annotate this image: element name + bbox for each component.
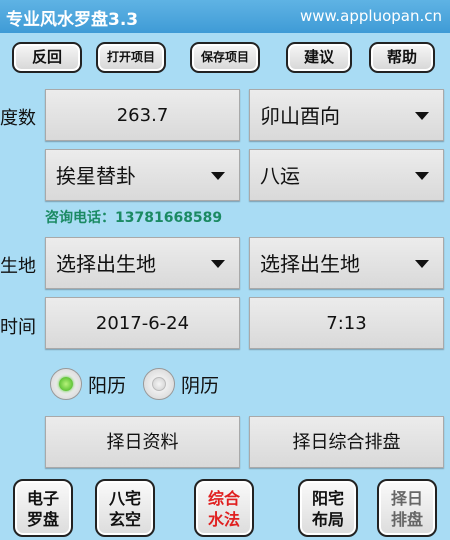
radio-circle <box>143 368 175 400</box>
nav-water-line2: 水法 <box>207 510 240 529</box>
dropdown-arrow-icon <box>415 172 429 180</box>
suggest-button[interactable]: 建议 <box>286 42 352 73</box>
time-button[interactable]: 7:13 <box>249 297 444 349</box>
date-selection-info-button[interactable]: 择日资料 <box>45 416 240 468</box>
dropdown-arrow-icon <box>211 172 225 180</box>
date-value: 2017-6-24 <box>95 313 190 334</box>
birthplace-label: 生地 <box>0 256 36 277</box>
direction-dropdown[interactable]: 卯山酉向 <box>249 89 444 141</box>
birthplace-dropdown-2[interactable]: 选择出生地 <box>249 237 444 289</box>
period-dropdown[interactable]: 八运 <box>249 149 444 201</box>
nav-yangzhai-line2: 布局 <box>311 510 344 529</box>
lunar-calendar-label: 阴历 <box>181 375 220 397</box>
consult-phone[interactable]: 咨询电话：13781668589 <box>45 207 222 227</box>
nav-bazhai-line2: 玄空 <box>108 510 141 529</box>
radio-unselected-dot <box>152 377 166 391</box>
degree-input[interactable]: 263.7 <box>45 89 240 141</box>
date-selection-chart-button[interactable]: 择日综合排盘 <box>249 416 444 468</box>
radio-selected-dot <box>59 377 73 391</box>
save-project-button[interactable]: 保存项目 <box>190 42 260 73</box>
nav-yangzhai-line1: 阳宅 <box>311 489 344 508</box>
solar-calendar-label: 阳历 <box>88 375 127 397</box>
time-label: 时间 <box>0 317 36 338</box>
nav-bazhai-line1: 八宅 <box>108 489 141 508</box>
dropdown-arrow-icon <box>415 260 429 268</box>
title-bar: 专业风水罗盘3.3 www.appluopan.cn <box>0 0 450 33</box>
open-project-button[interactable]: 打开项目 <box>96 42 166 73</box>
app-url: www.appluopan.cn <box>299 7 442 25</box>
radio-circle <box>50 368 82 400</box>
period-value: 八运 <box>260 164 300 188</box>
nav-bazhai-xuankong[interactable]: 八宅 玄空 <box>95 479 155 537</box>
nav-yangzhai-layout[interactable]: 阳宅 布局 <box>298 479 358 537</box>
dropdown-arrow-icon <box>211 260 225 268</box>
star-method-dropdown[interactable]: 挨星替卦 <box>45 149 240 201</box>
nav-compass-line1: 电子 <box>26 489 59 508</box>
help-button[interactable]: 帮助 <box>369 42 435 73</box>
time-value: 7:13 <box>326 313 367 334</box>
birthplace-value-1: 选择出生地 <box>56 252 156 276</box>
degree-label: 度数 <box>0 108 36 129</box>
back-button[interactable]: 反回 <box>12 42 82 73</box>
date-selection-info-label: 择日资料 <box>106 432 179 453</box>
app-title: 专业风水罗盘3.3 <box>6 10 139 30</box>
nav-compass[interactable]: 电子 罗盘 <box>13 479 73 537</box>
birthplace-value-2: 选择出生地 <box>260 252 360 276</box>
nav-date-chart-line2: 排盘 <box>390 510 423 529</box>
date-selection-chart-label: 择日综合排盘 <box>292 432 401 453</box>
nav-water-line1: 综合 <box>207 489 240 508</box>
star-method-value: 挨星替卦 <box>56 164 136 188</box>
degree-value: 263.7 <box>116 105 169 126</box>
date-button[interactable]: 2017-6-24 <box>45 297 240 349</box>
birthplace-dropdown-1[interactable]: 选择出生地 <box>45 237 240 289</box>
direction-value: 卯山酉向 <box>260 104 340 128</box>
nav-date-chart[interactable]: 择日 排盘 <box>377 479 437 537</box>
nav-compass-line2: 罗盘 <box>26 510 59 529</box>
dropdown-arrow-icon <box>415 112 429 120</box>
nav-water-method[interactable]: 综合 水法 <box>194 479 254 537</box>
nav-date-chart-line1: 择日 <box>390 489 423 508</box>
